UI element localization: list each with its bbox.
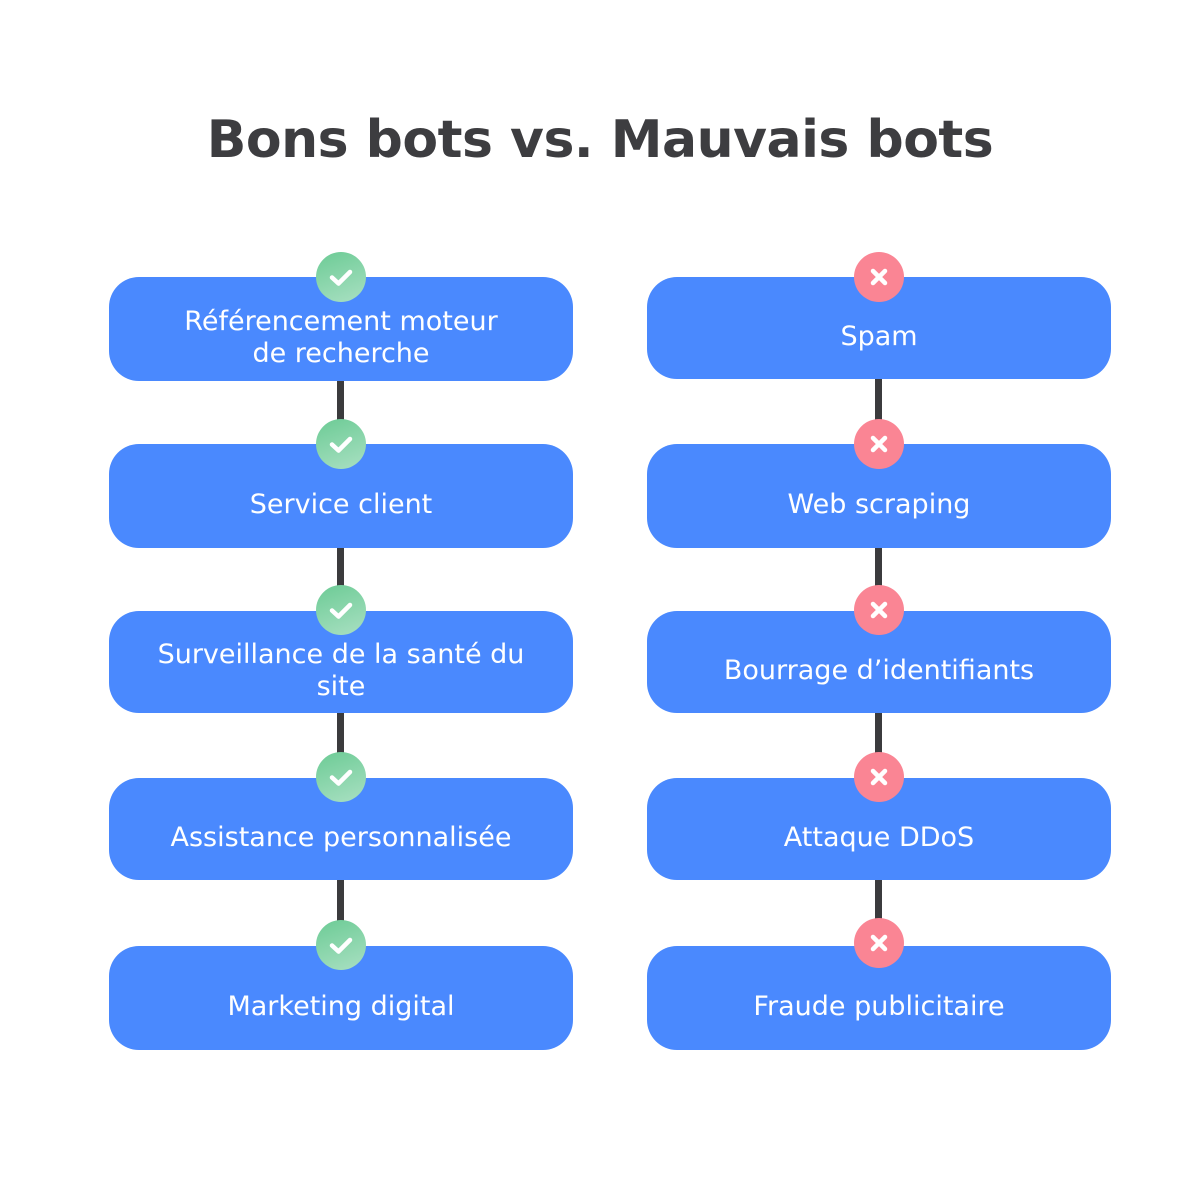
bad-bot-label: Bourrage d’identifiants [723, 655, 1035, 686]
good-bot-label: Référencement moteur de recherche [184, 306, 498, 369]
cross-icon [854, 752, 904, 802]
good-bots-column: Référencement moteur de recherche Servic… [109, 0, 573, 1200]
bad-bots-column: Spam Web scraping Bourrage d’identifiant… [647, 0, 1111, 1200]
cross-icon [854, 585, 904, 635]
cross-icon [854, 252, 904, 302]
bad-bot-label: Attaque DDoS [783, 822, 975, 853]
bad-bot-label: Web scraping [787, 489, 971, 520]
check-icon [316, 252, 366, 302]
good-bot-label: Service client [249, 489, 433, 520]
check-icon [316, 419, 366, 469]
check-icon [316, 752, 366, 802]
cross-icon [854, 419, 904, 469]
cross-icon [854, 918, 904, 968]
bad-bot-label: Fraude publicitaire [753, 991, 1005, 1022]
good-bot-label: Surveillance de la santé du site [157, 639, 525, 702]
check-icon [316, 585, 366, 635]
good-bot-label: Assistance personnalisée [170, 822, 512, 853]
bad-bot-label: Spam [840, 321, 918, 352]
check-icon [316, 920, 366, 970]
good-bot-label: Marketing digital [227, 991, 455, 1022]
